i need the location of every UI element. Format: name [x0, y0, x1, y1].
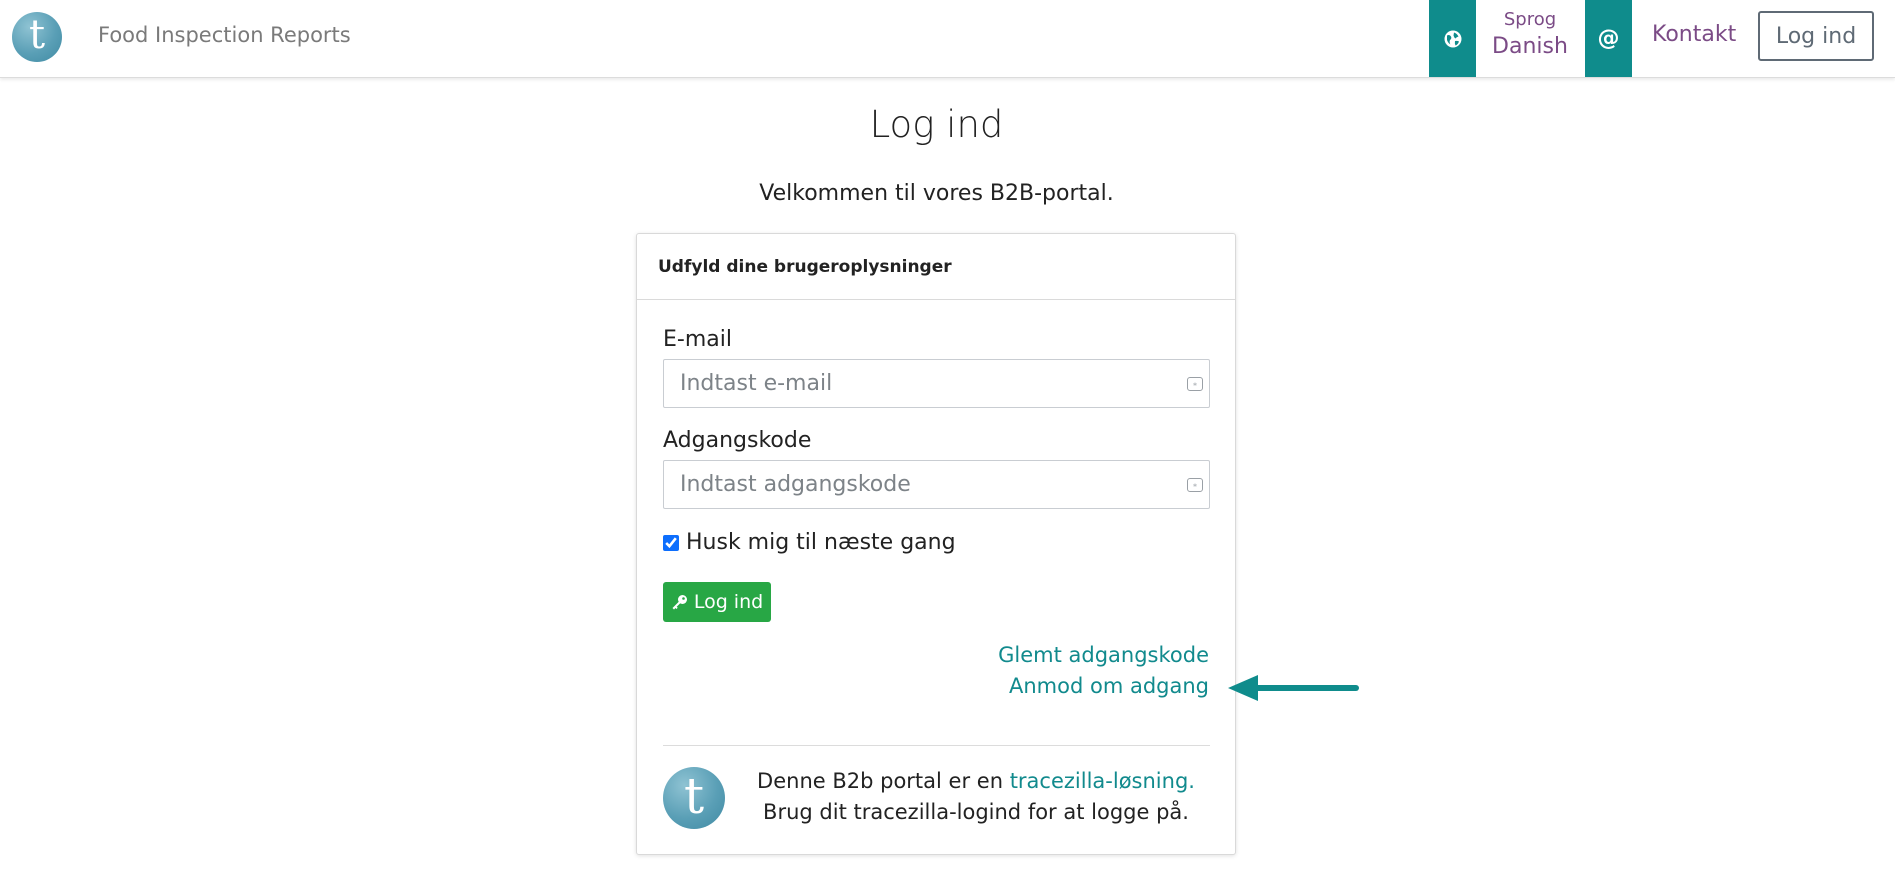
language-value: Danish: [1492, 34, 1568, 59]
login-card: Udfyld dine brugeroplysninger E-mail ⁎ A…: [636, 233, 1236, 855]
autofill-card-icon[interactable]: ⁎: [1187, 478, 1203, 492]
welcome-text: Velkommen til vores B2B-portal.: [759, 181, 1114, 206]
card-header: Udfyld dine brugeroplysninger: [637, 234, 1235, 300]
email-input[interactable]: [663, 359, 1210, 408]
forgot-password-link[interactable]: Glemt adgangskode: [998, 643, 1209, 667]
language-label: Sprog: [1503, 9, 1557, 30]
footer-text-after: Brug dit tracezilla-logind for at logge …: [763, 800, 1189, 824]
footer-text: Denne B2b portal er en tracezilla-løsnin…: [737, 766, 1215, 828]
at-sign-icon: @: [1597, 26, 1620, 51]
autofill-card-icon[interactable]: ⁎: [1187, 377, 1203, 391]
language-selector[interactable]: Sprog Danish: [1480, 8, 1580, 62]
tracezilla-link[interactable]: tracezilla-løsning.: [1010, 769, 1195, 793]
contact-icon-box[interactable]: @: [1585, 0, 1632, 77]
remember-me-checkbox[interactable]: [663, 535, 679, 551]
language-icon-box[interactable]: [1429, 0, 1476, 77]
divider: [663, 745, 1210, 746]
tracezilla-logo[interactable]: t: [12, 12, 62, 62]
login-submit-button[interactable]: Log ind: [663, 582, 771, 622]
password-label: Adgangskode: [663, 428, 812, 453]
contact-link[interactable]: Kontakt: [1652, 22, 1736, 47]
arrow-annotation-icon: [1228, 675, 1359, 701]
footer-text-before: Denne B2b portal er en: [757, 769, 1010, 793]
remember-me-label[interactable]: Husk mig til næste gang: [686, 530, 956, 555]
tracezilla-footer-logo: t: [663, 767, 725, 829]
request-access-link[interactable]: Anmod om adgang: [1009, 674, 1209, 698]
nav-login-button[interactable]: Log ind: [1758, 11, 1874, 61]
password-input[interactable]: [663, 460, 1210, 509]
key-icon: [672, 594, 687, 609]
email-label: E-mail: [663, 327, 732, 352]
brand-name[interactable]: Food Inspection Reports: [98, 23, 351, 47]
login-submit-label: Log ind: [693, 591, 764, 613]
top-navbar: t Food Inspection Reports Sprog Danish @…: [0, 0, 1895, 78]
globe-icon: [1444, 30, 1461, 47]
page-title: Log ind: [869, 103, 1004, 146]
